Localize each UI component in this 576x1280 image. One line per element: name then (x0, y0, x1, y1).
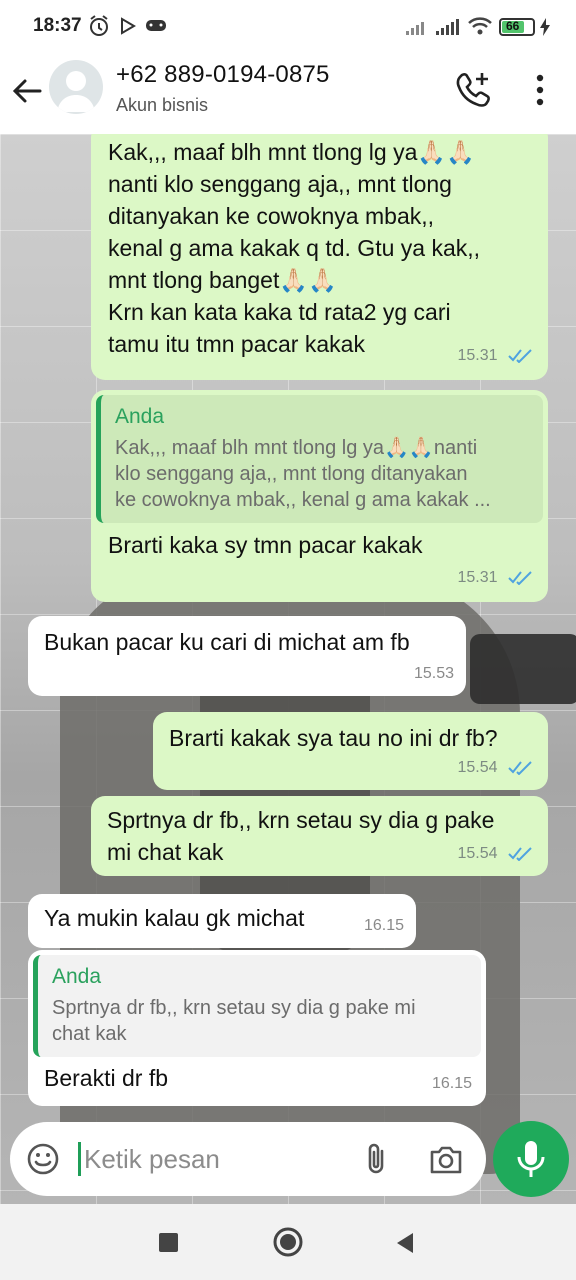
home-icon[interactable] (272, 1226, 304, 1258)
system-nav-bar (0, 1204, 576, 1280)
avatar[interactable] (49, 60, 103, 114)
message-outgoing-reply[interactable]: Anda Kak,,, maaf blh mnt tlong lg ya🙏🏻🙏🏻… (91, 390, 548, 602)
contact-name[interactable]: +62 889-0194-0875 (116, 61, 330, 89)
message-incoming[interactable]: Ya mukin kalau gk michat 16.15 (28, 894, 416, 948)
status-bar: 18:37 66 (0, 0, 576, 54)
message-meta: 15.31 (458, 340, 535, 372)
message-text: Bukan pacar ku cari di michat am fb (44, 629, 410, 655)
battery-level: 66 (506, 19, 520, 33)
back-arrow-icon[interactable] (10, 74, 44, 108)
message-text: Brarti kaka sy tmn pacar kakak (108, 532, 423, 558)
message-outgoing[interactable]: Brarti kakak sya tau no ini dr fb? 15.54 (153, 712, 548, 790)
message-incoming-reply[interactable]: Anda Sprtnya dr fb,, krn setau sy dia g … (28, 950, 486, 1106)
message-time: 15.54 (457, 845, 498, 862)
message-text: Kak,,, maaf blh mnt tlong lg ya🙏🏻🙏🏻 nant… (108, 139, 481, 357)
recents-icon[interactable] (159, 1233, 178, 1252)
wallpaper-shape (470, 634, 576, 704)
quoted-message[interactable]: Anda Kak,,, maaf blh mnt tlong lg ya🙏🏻🙏🏻… (96, 395, 543, 523)
signal-icon (406, 22, 424, 35)
message-text: Brarti kakak sya tau no ini dr fb? (169, 725, 498, 751)
signal-icon (436, 19, 459, 35)
quote-text: Kak,,, maaf blh mnt tlong lg ya🙏🏻🙏🏻nanti… (115, 437, 491, 511)
message-composer (10, 1122, 486, 1196)
camera-icon[interactable] (428, 1142, 464, 1176)
chat-header: +62 889-0194-0875 Akun bisnis (0, 54, 576, 134)
text-cursor (78, 1142, 81, 1176)
message-outgoing[interactable]: Sprtnya dr fb,, krn setau sy dia g pake … (91, 796, 548, 876)
wifi-icon (468, 17, 492, 35)
message-time: 15.31 (457, 347, 498, 364)
quote-author: Anda (115, 405, 165, 428)
message-time: 15.54 (457, 759, 498, 776)
message-text: Ya mukin kalau gk michat (44, 905, 305, 931)
message-time: 15.31 (457, 569, 498, 586)
read-ticks-icon (508, 761, 532, 775)
quoted-message[interactable]: Anda Sprtnya dr fb,, krn setau sy dia g … (33, 955, 481, 1057)
battery-icon: 66 (499, 18, 535, 36)
play-icon (121, 17, 136, 35)
quote-text: Sprtnya dr fb,, krn setau sy dia g pake … (52, 997, 416, 1045)
gamepad-icon (146, 20, 166, 31)
message-incoming[interactable]: Bukan pacar ku cari di michat am fb 15.5… (28, 616, 466, 696)
back-icon[interactable] (395, 1232, 415, 1254)
message-meta: 15.31 (458, 562, 535, 594)
more-vert-icon[interactable] (528, 70, 552, 110)
contact-subtitle: Akun bisnis (116, 95, 209, 115)
message-time: 16.15 (431, 1075, 472, 1092)
message-time: 16.15 (363, 917, 404, 934)
message-meta: 16.15 (432, 1068, 472, 1100)
message-meta: 16.15 (364, 910, 404, 942)
read-ticks-icon (508, 571, 532, 585)
read-ticks-icon (508, 847, 532, 861)
message-input[interactable] (84, 1140, 344, 1178)
mic-icon (517, 1141, 545, 1177)
message-time: 15.53 (413, 665, 454, 682)
message-meta: 15.53 (414, 658, 454, 690)
avatar-placeholder-icon (57, 71, 95, 112)
attach-icon[interactable] (362, 1142, 390, 1176)
charging-icon (540, 18, 550, 36)
read-ticks-icon (508, 349, 532, 363)
message-meta: 15.54 (458, 838, 535, 870)
message-outgoing[interactable]: Kak,,, maaf blh mnt tlong lg ya🙏🏻🙏🏻 nant… (91, 134, 548, 380)
chat-area[interactable]: Kak,,, maaf blh mnt tlong lg ya🙏🏻🙏🏻 nant… (0, 134, 576, 1204)
emoji-icon[interactable] (26, 1142, 60, 1176)
message-text: Berakti dr fb (44, 1065, 168, 1091)
status-time: 18:37 (33, 15, 82, 36)
add-call-icon[interactable] (455, 70, 493, 108)
mic-button[interactable] (493, 1121, 569, 1197)
alarm-icon (90, 15, 108, 36)
message-meta: 15.54 (458, 752, 535, 784)
quote-author: Anda (52, 965, 102, 988)
